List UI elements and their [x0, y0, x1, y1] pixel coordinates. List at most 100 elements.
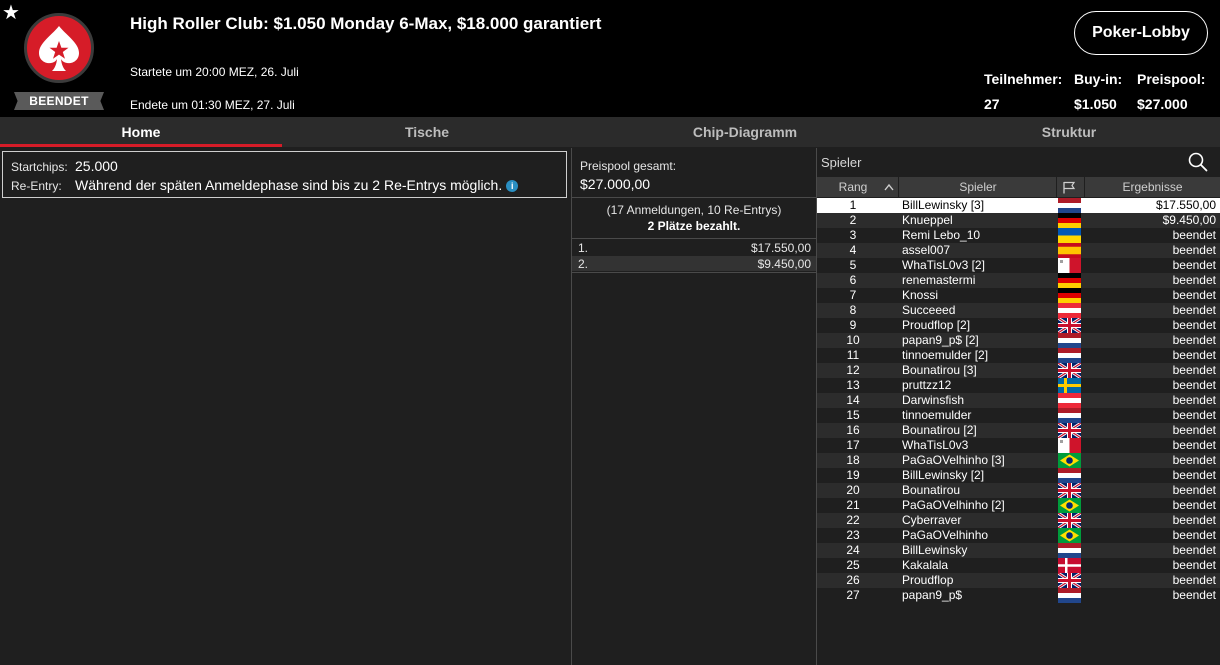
end-time: Endete um 01:30 MEZ, 27. Juli	[130, 98, 295, 112]
player-row[interactable]: 23 PaGaOVelhinho beendet	[817, 528, 1220, 543]
player-result: beendet	[1172, 288, 1216, 302]
player-row[interactable]: 16 Bounatirou [2] beendet	[817, 423, 1220, 438]
player-rank: 9	[849, 318, 857, 332]
player-row[interactable]: 8 Succeeed beendet	[817, 303, 1220, 318]
player-result: beendet	[1172, 528, 1216, 542]
country-flag-de-icon	[1058, 288, 1081, 303]
player-row[interactable]: 1 BillLewinsky [3] $17.550,00	[817, 198, 1220, 213]
player-row[interactable]: 19 BillLewinsky [2] beendet	[817, 468, 1220, 483]
player-result: beendet	[1172, 243, 1216, 257]
player-name: Succeeed	[902, 303, 956, 317]
player-rank: 14	[846, 393, 860, 407]
player-row[interactable]: 22 Cyberraver beendet	[817, 513, 1220, 528]
tab-tables[interactable]: Tische	[282, 117, 572, 147]
player-result: beendet	[1172, 378, 1216, 392]
players-table-header: Rang Spieler Ergebnisse	[817, 177, 1220, 197]
player-row[interactable]: 25 Kakalala beendet	[817, 558, 1220, 573]
player-row[interactable]: 6 renemastermi beendet	[817, 273, 1220, 288]
player-name: Proudflop	[902, 573, 954, 587]
player-row[interactable]: 18 PaGaOVelhinho [3] beendet	[817, 453, 1220, 468]
player-name: Bounatirou	[902, 483, 961, 497]
player-result: beendet	[1172, 333, 1216, 347]
registrations-info: (17 Anmeldungen, 10 Re-Entrys)	[606, 203, 782, 217]
player-name: pruttzz12	[902, 378, 952, 392]
player-rank: 26	[846, 573, 860, 587]
player-row[interactable]: 24 BillLewinsky beendet	[817, 543, 1220, 558]
player-row[interactable]: 5 WhaTisL0v3 [2] beendet	[817, 258, 1220, 273]
player-rank: 7	[849, 288, 857, 302]
column-header-rank[interactable]: Rang	[817, 177, 889, 197]
player-name: Knossi	[902, 288, 939, 302]
info-icon[interactable]: i	[506, 180, 519, 192]
player-row[interactable]: 20 Bounatirou beendet	[817, 483, 1220, 498]
player-rank: 8	[849, 303, 857, 317]
divider	[572, 238, 816, 239]
player-row[interactable]: 7 Knossi beendet	[817, 288, 1220, 303]
tournament-info-box: Startchips: 25.000 Re-Entry: Während der…	[2, 151, 567, 198]
player-result: beendet	[1172, 423, 1216, 437]
player-row[interactable]: 9 Proudflop [2] beendet	[817, 318, 1220, 333]
tab-chip-chart[interactable]: Chip-Diagramm	[572, 117, 918, 147]
player-result: $9.450,00	[1162, 213, 1216, 227]
player-name: renemastermi	[902, 273, 976, 287]
player-row[interactable]: 26 Proudflop beendet	[817, 573, 1220, 588]
player-result: beendet	[1172, 453, 1216, 467]
search-icon[interactable]	[1188, 152, 1208, 172]
tab-structure[interactable]: Struktur	[918, 117, 1220, 147]
player-result: $17.550,00	[1155, 198, 1216, 212]
player-name: Kakalala	[902, 558, 949, 572]
player-rank: 23	[846, 528, 860, 542]
player-row[interactable]: 12 Bounatirou [3] beendet	[817, 363, 1220, 378]
player-name: papan9_p$	[902, 588, 963, 602]
startchips-label: Startchips:	[11, 160, 68, 174]
tournament-header: ★ BEENDET High Roller Club: $1.050 Monda…	[0, 0, 1220, 117]
player-rank: 21	[846, 498, 860, 512]
player-rank: 19	[846, 468, 860, 482]
player-name: WhaTisL0v3	[902, 438, 969, 452]
reentry-text-wrap: Während der späten Anmeldephase sind bis…	[75, 177, 519, 193]
player-row[interactable]: 15 tinnoemulder beendet	[817, 408, 1220, 423]
player-result: beendet	[1172, 573, 1216, 587]
tab-home[interactable]: Home	[0, 117, 282, 147]
player-result: beendet	[1172, 513, 1216, 527]
player-row[interactable]: 2 Knueppel $9.450,00	[817, 213, 1220, 228]
column-header-result[interactable]: Ergebnisse	[1085, 177, 1220, 197]
country-flag-mt-icon	[1058, 438, 1081, 453]
player-row[interactable]: 13 pruttzz12 beendet	[817, 378, 1220, 393]
player-name: Remi Lebo_10	[902, 228, 981, 242]
player-result: beendet	[1172, 468, 1216, 482]
player-name: BillLewinsky [3]	[902, 198, 985, 212]
player-name: WhaTisL0v3 [2]	[902, 258, 985, 272]
player-name: papan9_p$ [2]	[902, 333, 979, 347]
column-header-player[interactable]: Spieler	[899, 177, 1057, 197]
player-result: beendet	[1172, 318, 1216, 332]
flag-icon[interactable]	[1062, 181, 1076, 194]
player-rank: 20	[846, 483, 860, 497]
player-row[interactable]: 11 tinnoemulder [2] beendet	[817, 348, 1220, 363]
player-row[interactable]: 4 assel007 beendet	[817, 243, 1220, 258]
player-name: Bounatirou [3]	[902, 363, 977, 377]
player-rank: 27	[846, 588, 860, 602]
country-flag-mt-icon	[1058, 258, 1081, 273]
poker-lobby-button[interactable]: Poker-Lobby	[1074, 11, 1208, 55]
player-search-input[interactable]	[821, 152, 1181, 172]
player-row[interactable]: 14 Darwinsfish beendet	[817, 393, 1220, 408]
player-row[interactable]: 17 WhaTisL0v3 beendet	[817, 438, 1220, 453]
prizepool-value: $27.000	[1137, 96, 1188, 112]
chevron-up-icon[interactable]	[884, 183, 894, 191]
player-row[interactable]: 10 papan9_p$ [2] beendet	[817, 333, 1220, 348]
payout-row: 2. $9.450,00	[572, 256, 816, 271]
country-flag-at-icon	[1058, 393, 1081, 408]
player-row[interactable]: 3 Remi Lebo_10 beendet	[817, 228, 1220, 243]
star-icon[interactable]: ★	[2, 2, 20, 24]
tab-bar: Home Tische Chip-Diagramm Struktur	[0, 117, 1220, 147]
country-flag-nl-icon	[1058, 198, 1081, 213]
country-flag-br-icon	[1058, 528, 1081, 543]
home-panel: Startchips: 25.000 Re-Entry: Während der…	[0, 148, 571, 665]
player-row[interactable]: 21 PaGaOVelhinho [2] beendet	[817, 498, 1220, 513]
player-name: BillLewinsky [2]	[902, 468, 985, 482]
player-row[interactable]: 27 papan9_p$ beendet	[817, 588, 1220, 603]
player-name: PaGaOVelhinho [2]	[902, 498, 1005, 512]
startchips-value: 25.000	[75, 158, 118, 174]
player-rank: 16	[846, 423, 860, 437]
